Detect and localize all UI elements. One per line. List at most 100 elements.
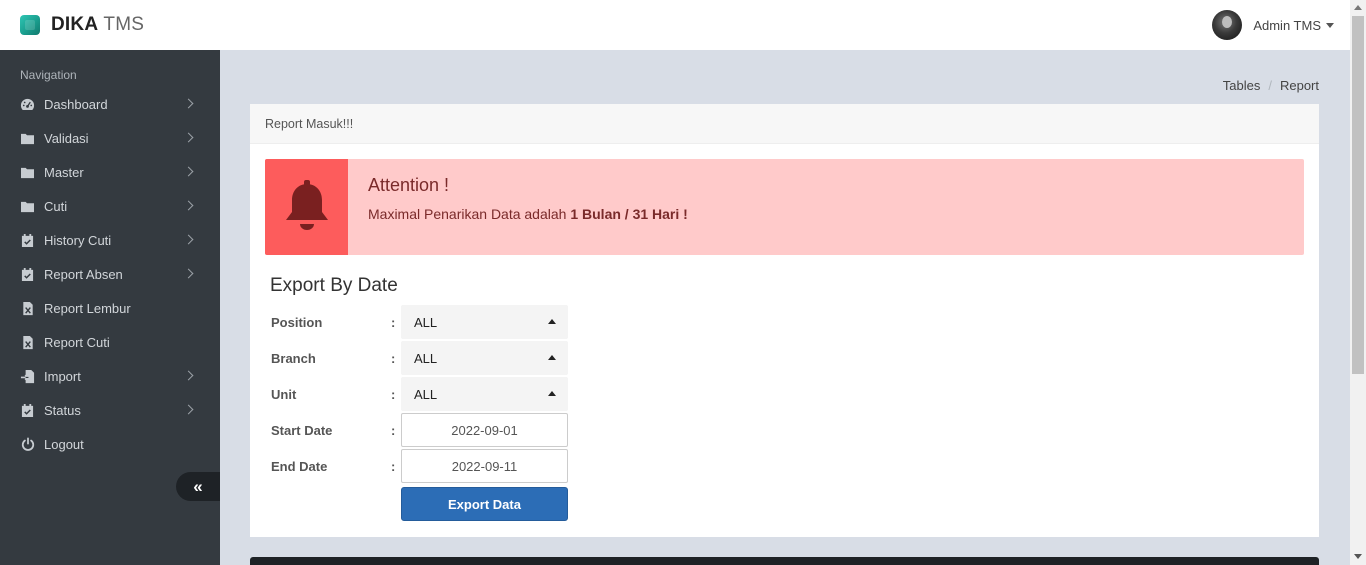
export-data-button[interactable]: Export Data bbox=[401, 487, 568, 521]
folder-icon bbox=[20, 131, 35, 146]
sidebar-item-logout[interactable]: Logout bbox=[0, 427, 220, 461]
chevron-right-icon bbox=[183, 404, 194, 415]
sidebar-item-label: Import bbox=[44, 368, 81, 384]
double-chevron-left-icon: « bbox=[193, 476, 203, 496]
report-card: Report Masuk!!! Attention ! Maximal Pena… bbox=[250, 104, 1319, 537]
unit-select[interactable]: ALL bbox=[401, 377, 568, 411]
nav-heading: Navigation bbox=[20, 68, 77, 82]
top-navbar: DIKA TMS Admin TMS bbox=[0, 0, 1350, 50]
avatar[interactable] bbox=[1212, 10, 1243, 40]
form-row-start-date: Start Date : bbox=[271, 413, 571, 447]
form-colon: : bbox=[391, 350, 396, 366]
sidebar-item-master[interactable]: Master bbox=[0, 155, 220, 189]
file-excel-icon bbox=[20, 301, 35, 316]
brand[interactable]: DIKA TMS bbox=[0, 14, 144, 36]
sidebar-item-validasi[interactable]: Validasi bbox=[0, 121, 220, 155]
scroll-up-arrow-icon[interactable] bbox=[1354, 5, 1362, 10]
start-date-label: Start Date bbox=[271, 422, 333, 438]
sidebar-item-dashboard[interactable]: Dashboard bbox=[0, 87, 220, 121]
form-colon: : bbox=[391, 386, 396, 402]
breadcrumb-report: Report bbox=[1279, 78, 1319, 93]
sidebar-item-label: Cuti bbox=[44, 198, 68, 214]
form-colon: : bbox=[391, 458, 396, 474]
branch-select-value: ALL bbox=[414, 350, 438, 366]
chevron-right-icon bbox=[183, 200, 194, 211]
sidebar-item-label: Master bbox=[44, 164, 84, 180]
user-menu[interactable]: Admin TMS bbox=[1212, 10, 1334, 40]
brand-name-light: TMS bbox=[103, 14, 145, 35]
sidebar-item-report-cuti[interactable]: Report Cuti bbox=[0, 325, 220, 359]
form-colon: : bbox=[391, 422, 396, 438]
chevron-right-icon bbox=[183, 370, 194, 381]
sidebar-item-label: Report Cuti bbox=[44, 334, 110, 350]
start-date-input[interactable] bbox=[401, 413, 568, 447]
sidebar-item-label: Dashboard bbox=[44, 96, 108, 112]
user-name[interactable]: Admin TMS bbox=[1253, 18, 1321, 33]
caret-up-icon bbox=[548, 391, 556, 396]
caret-up-icon bbox=[548, 319, 556, 324]
sidebar-item-label: Status bbox=[44, 402, 81, 418]
dashboard-icon bbox=[20, 97, 35, 112]
brand-logo-icon bbox=[20, 15, 40, 35]
sidebar-item-import[interactable]: Import bbox=[0, 359, 220, 393]
sidebar-collapse-button[interactable]: « bbox=[176, 472, 220, 501]
section-title: Export By Date bbox=[270, 275, 398, 296]
position-select[interactable]: ALL bbox=[401, 305, 568, 339]
breadcrumb-tables[interactable]: Tables bbox=[1223, 78, 1261, 93]
unit-label: Unit bbox=[271, 386, 297, 402]
position-select-value: ALL bbox=[414, 314, 438, 330]
scrollbar-thumb[interactable] bbox=[1352, 16, 1364, 374]
nav-list: Dashboard Validasi Master Cuti History C… bbox=[0, 87, 220, 461]
branch-select[interactable]: ALL bbox=[401, 341, 568, 375]
next-card-top-edge bbox=[250, 557, 1319, 565]
form-row-position: Position : ALL bbox=[271, 305, 571, 339]
page-scrollbar[interactable] bbox=[1350, 0, 1366, 565]
end-date-label: End Date bbox=[271, 458, 328, 474]
alert-title: Attention ! bbox=[368, 175, 450, 195]
form-row-end-date: End Date : bbox=[271, 449, 571, 483]
chevron-right-icon bbox=[183, 98, 194, 109]
sidebar-item-report-absen[interactable]: Report Absen bbox=[0, 257, 220, 291]
caret-down-icon[interactable] bbox=[1326, 22, 1334, 28]
sidebar-item-cuti[interactable]: Cuti bbox=[0, 189, 220, 223]
unit-select-value: ALL bbox=[414, 386, 438, 402]
brand-text: DIKA TMS bbox=[51, 14, 144, 36]
calendar-check-icon bbox=[20, 267, 35, 282]
sidebar-item-label: Logout bbox=[44, 436, 84, 452]
sidebar-item-label: Validasi bbox=[44, 130, 89, 146]
brand-name-strong: DIKA bbox=[51, 14, 99, 35]
end-date-input[interactable] bbox=[401, 449, 568, 483]
branch-label: Branch bbox=[271, 350, 316, 366]
calendar-check-icon bbox=[20, 403, 35, 418]
bell-icon bbox=[285, 180, 328, 230]
card-header: Report Masuk!!! bbox=[250, 104, 1319, 144]
alert-icon-box bbox=[265, 159, 348, 255]
alert-text: Maximal Penarikan Data adalah 1 Bulan / … bbox=[368, 206, 688, 222]
chevron-right-icon bbox=[183, 132, 194, 143]
file-excel-icon bbox=[20, 335, 35, 350]
sidebar-item-report-lembur[interactable]: Report Lembur bbox=[0, 291, 220, 325]
form-row-unit: Unit : ALL bbox=[271, 377, 571, 411]
import-icon bbox=[20, 369, 35, 384]
sidebar-item-history-cuti[interactable]: History Cuti bbox=[0, 223, 220, 257]
attention-alert: Attention ! Maximal Penarikan Data adala… bbox=[265, 159, 1304, 255]
alert-text-prefix: Maximal Penarikan Data adalah bbox=[368, 206, 571, 222]
breadcrumb: Tables / Report bbox=[1223, 78, 1319, 93]
calendar-check-icon bbox=[20, 233, 35, 248]
chevron-right-icon bbox=[183, 234, 194, 245]
sidebar-item-label: Report Lembur bbox=[44, 300, 131, 316]
folder-icon bbox=[20, 165, 35, 180]
chevron-right-icon bbox=[183, 166, 194, 177]
folder-icon bbox=[20, 199, 35, 214]
sidebar-item-label: History Cuti bbox=[44, 232, 112, 248]
power-icon bbox=[20, 437, 35, 452]
breadcrumb-separator: / bbox=[1268, 78, 1272, 93]
scroll-down-arrow-icon[interactable] bbox=[1354, 554, 1362, 559]
chevron-right-icon bbox=[183, 268, 194, 279]
form-colon: : bbox=[391, 314, 396, 330]
sidebar: Navigation Dashboard Validasi Master Cut… bbox=[0, 50, 220, 565]
alert-text-strong: 1 Bulan / 31 Hari ! bbox=[570, 206, 688, 222]
caret-up-icon bbox=[548, 355, 556, 360]
sidebar-item-status[interactable]: Status bbox=[0, 393, 220, 427]
position-label: Position bbox=[271, 314, 323, 330]
